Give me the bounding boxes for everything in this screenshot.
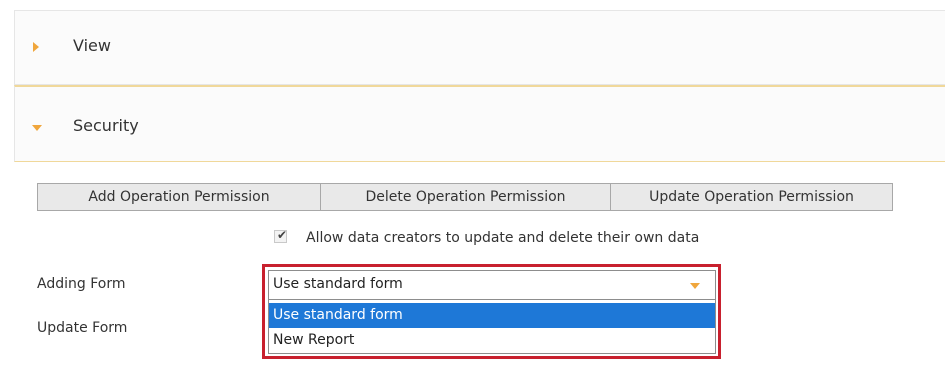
adding-form-label: Adding Form	[37, 276, 126, 292]
highlight-annotation-box	[262, 264, 721, 359]
update-form-label: Update Form	[37, 320, 128, 336]
allow-creators-checkbox[interactable]: ✔	[274, 228, 288, 243]
view-section-title: View	[73, 36, 111, 55]
allow-creators-label: Allow data creators to update and delete…	[306, 230, 700, 246]
triangle-right-icon	[33, 42, 39, 52]
security-section-header[interactable]: Security	[14, 85, 945, 162]
security-section-title: Security	[73, 116, 139, 135]
triangle-down-icon	[32, 125, 42, 131]
delete-operation-permission-button[interactable]: Delete Operation Permission	[321, 183, 611, 211]
view-section-header[interactable]: View	[14, 10, 945, 85]
checkmark-icon: ✔	[277, 228, 288, 242]
update-operation-permission-button[interactable]: Update Operation Permission	[611, 183, 893, 211]
add-operation-permission-button[interactable]: Add Operation Permission	[37, 183, 321, 211]
